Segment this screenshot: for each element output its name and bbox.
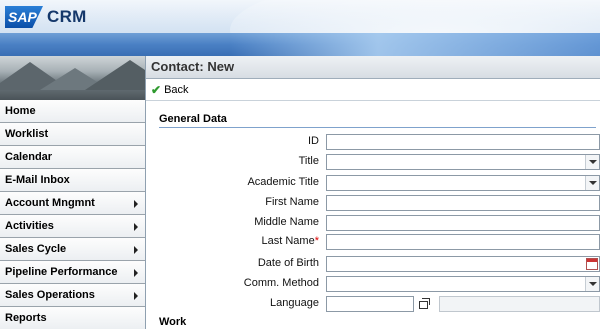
id-label: ID	[308, 135, 319, 147]
title-select[interactable]	[326, 154, 600, 170]
app-header: SAP CRM	[0, 0, 600, 56]
form-row-first-name: First Name	[146, 195, 600, 211]
dropdown-arrow-icon[interactable]	[585, 277, 599, 291]
dropdown-arrow-icon[interactable]	[585, 176, 599, 190]
nav-item-label: Home	[5, 105, 36, 117]
last-name-label: Last Name*	[262, 235, 319, 247]
dropdown-arrow-icon[interactable]	[585, 155, 599, 169]
last-name-label-text: Last Name	[261, 235, 315, 247]
submenu-arrow-icon	[134, 223, 138, 231]
nav-item-email-inbox[interactable]: E-Mail Inbox	[0, 169, 145, 192]
form-row-title: Title	[146, 154, 600, 170]
academic-title-select[interactable]	[326, 175, 600, 191]
first-name-label: First Name	[265, 196, 319, 208]
nav-item-label: E-Mail Inbox	[5, 174, 70, 186]
landscape-image	[0, 56, 145, 100]
app-name: CRM	[47, 7, 87, 26]
value-help-icon[interactable]	[417, 297, 431, 311]
back-button-label: Back	[164, 83, 189, 96]
form-row-academic-title: Academic Title	[146, 175, 600, 191]
nav-item-home[interactable]: Home	[0, 100, 145, 123]
back-button[interactable]: ✔ Back	[151, 83, 189, 97]
language-description	[439, 296, 600, 312]
nav-item-calendar[interactable]: Calendar	[0, 146, 145, 169]
date-of-birth-label: Date of Birth	[257, 257, 319, 269]
main-content: Contact: New ✔ Back General Data ID Titl…	[145, 56, 600, 329]
last-name-input[interactable]	[326, 234, 600, 250]
comm-method-select[interactable]	[326, 276, 600, 292]
comm-method-label: Comm. Method	[243, 277, 319, 289]
page-title: Contact: New	[146, 56, 600, 79]
nav-item-sales-cycle[interactable]: Sales Cycle	[0, 238, 145, 261]
nav-item-account-management[interactable]: Account Mngmnt	[0, 192, 145, 215]
sap-crm-logo: SAP CRM	[5, 6, 87, 28]
required-marker: *	[314, 235, 319, 247]
nav-item-pipeline-performance[interactable]: Pipeline Performance	[0, 261, 145, 284]
first-name-input[interactable]	[326, 195, 600, 211]
form-row-middle-name: Middle Name	[146, 215, 600, 231]
nav-item-worklist[interactable]: Worklist	[0, 123, 145, 146]
nav-item-label: Sales Operations	[5, 289, 95, 301]
submenu-arrow-icon	[134, 292, 138, 300]
nav-item-sales-operations[interactable]: Sales Operations	[0, 284, 145, 307]
submenu-arrow-icon	[134, 269, 138, 277]
nav-item-activities[interactable]: Activities	[0, 215, 145, 238]
nav-item-label: Account Mngmnt	[5, 197, 95, 209]
nav-item-label: Activities	[5, 220, 54, 232]
header-bar-highlight	[230, 33, 600, 56]
nav-item-label: Sales Cycle	[5, 243, 67, 255]
language-label: Language	[270, 297, 319, 309]
checkmark-icon: ✔	[151, 82, 162, 97]
nav-item-label: Pipeline Performance	[5, 266, 118, 278]
form-row-last-name: Last Name*	[146, 234, 600, 250]
nav-item-label: Reports	[5, 312, 47, 324]
form-row-date-of-birth: Date of Birth	[146, 256, 600, 272]
submenu-arrow-icon	[134, 246, 138, 254]
section-title-work: Work	[159, 316, 596, 329]
section-title-general-data: General Data	[159, 113, 596, 128]
language-input[interactable]	[326, 296, 414, 312]
form-row-id: ID	[146, 134, 600, 150]
nav-item-reports[interactable]: Reports	[0, 307, 145, 329]
calendar-icon[interactable]	[586, 258, 598, 270]
form-row-language: Language	[146, 296, 600, 312]
id-input[interactable]	[326, 134, 600, 150]
middle-name-input[interactable]	[326, 215, 600, 231]
nav-item-label: Worklist	[5, 128, 49, 140]
sap-logo-icon: SAP	[5, 6, 43, 28]
nav-item-label: Calendar	[5, 151, 53, 163]
form-row-comm-method: Comm. Method	[146, 276, 600, 292]
submenu-arrow-icon	[134, 200, 138, 208]
navigation-menu: Home Worklist Calendar E-Mail Inbox Acco…	[0, 100, 145, 329]
academic-title-label: Academic Title	[247, 176, 319, 188]
date-of-birth-input[interactable]	[326, 256, 600, 272]
title-label: Title	[298, 155, 319, 167]
middle-name-label: Middle Name	[254, 216, 319, 228]
toolbar: ✔ Back	[146, 79, 600, 101]
